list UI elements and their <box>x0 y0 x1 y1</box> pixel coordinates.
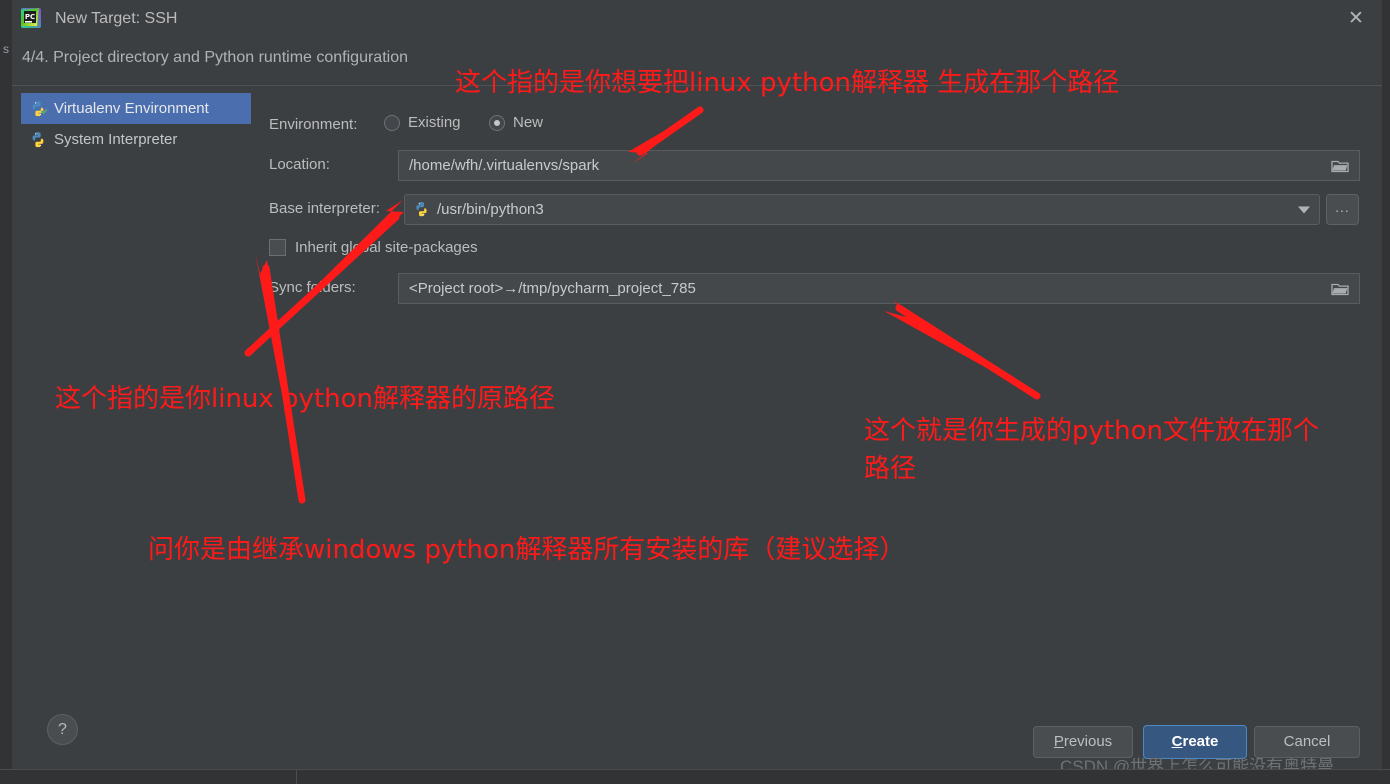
previous-button-mnemonic: P <box>1053 733 1064 750</box>
radio-label: New <box>513 114 544 131</box>
dialog-title: New Target: SSH <box>55 10 178 27</box>
sync-folders-label: Sync folders: <box>269 279 356 296</box>
background-right-strip <box>1382 0 1390 784</box>
create-button-label: reate <box>1182 733 1219 750</box>
annotation-inherit-text: 问你是由继承windows python解释器所有安装的库（建议选择） <box>148 535 906 565</box>
checkbox-label: Inherit global site-packages <box>295 239 478 256</box>
folder-icon[interactable] <box>1331 158 1349 173</box>
base-interpreter-combobox[interactable]: /usr/bin/python3 <box>404 194 1320 225</box>
base-interpreter-label: Base interpreter: <box>269 200 380 217</box>
previous-button-label: revious <box>1063 733 1113 750</box>
background-left-glyph: s <box>3 42 9 56</box>
sidebar-item-virtualenv-environment[interactable]: Virtualenv Environment <box>21 93 251 124</box>
base-interpreter-value: /usr/bin/python3 <box>437 201 544 218</box>
inherit-global-site-packages-checkbox[interactable]: Inherit global site-packages <box>269 239 478 256</box>
annotation-sync-folders-text: 这个就是你生成的python文件放在那个路径 <box>864 416 1319 484</box>
sidebar-item-system-interpreter[interactable]: System Interpreter <box>21 124 251 155</box>
dialog-titlebar: PC New Target: SSH ✕ <box>12 0 1382 38</box>
checkbox-icon <box>269 239 286 256</box>
python-venv-icon <box>29 100 47 118</box>
python-icon <box>29 131 47 149</box>
folder-icon[interactable] <box>1331 281 1349 296</box>
sync-folders-value: <Project root>→/tmp/pycharm_project_785 <box>409 280 696 297</box>
step-description: 4/4. Project directory and Python runtim… <box>22 49 408 66</box>
radio-environment-existing[interactable]: Existing <box>384 114 461 131</box>
sidebar-item-label: Virtualenv Environment <box>54 100 209 117</box>
close-icon[interactable]: ✕ <box>1340 4 1372 34</box>
background-bottom-divider <box>296 770 297 784</box>
radio-environment-new[interactable]: New <box>489 114 543 131</box>
radio-icon-selected <box>489 114 505 131</box>
background-bottom-strip <box>0 769 1390 784</box>
pycharm-icon: PC <box>19 6 43 30</box>
annotation-base-interpreter-text: 这个指的是你linux python解释器的原路径 <box>55 384 556 414</box>
svg-text:PC: PC <box>25 13 35 21</box>
sync-folders-input[interactable]: <Project root>→/tmp/pycharm_project_785 <box>398 273 1360 304</box>
location-input[interactable]: /home/wfh/.virtualenvs/spark <box>398 150 1360 181</box>
environment-type-list: Virtualenv Environment System Interprete… <box>21 93 251 155</box>
base-interpreter-more-button[interactable]: ... <box>1326 194 1359 225</box>
python-icon <box>413 201 430 218</box>
environment-label: Environment: <box>269 116 358 133</box>
background-left-strip <box>0 0 12 784</box>
radio-label: Existing <box>408 114 461 131</box>
location-label: Location: <box>269 156 330 173</box>
screenshot-root: s PC New Target: SSH ✕ 4/4. Project dire… <box>0 0 1390 784</box>
location-value: /home/wfh/.virtualenvs/spark <box>409 157 600 174</box>
sidebar-item-label: System Interpreter <box>54 131 178 148</box>
help-button[interactable]: ? <box>47 714 78 745</box>
chevron-down-icon[interactable] <box>1298 206 1310 213</box>
radio-icon <box>384 114 400 131</box>
annotation-location-text: 这个指的是你想要把linux python解释器 生成在那个路径 <box>455 68 1120 98</box>
create-button-mnemonic: C <box>1171 733 1183 750</box>
